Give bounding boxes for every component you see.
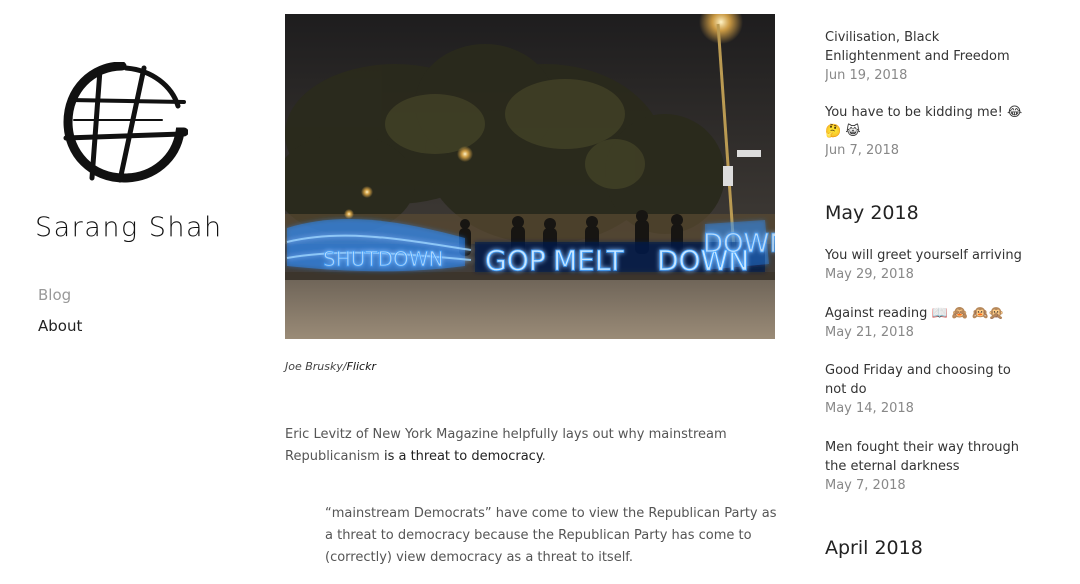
month-heading[interactable]: May 2018 — [825, 202, 919, 224]
archive-post[interactable]: Civilisation, Black Enlightenment and Fr… — [825, 28, 1025, 85]
archive-post[interactable]: Men fought their way through the eternal… — [825, 438, 1025, 495]
sign-word-shutdown: SHUTDOWN — [323, 247, 443, 271]
post-title[interactable]: Men fought their way through the eternal… — [825, 438, 1025, 476]
archive-post[interactable]: Good Friday and choosing to not do May 1… — [825, 361, 1025, 418]
brush-circle-logo-icon — [63, 61, 189, 183]
page: Sarang Shah Blog About SHUTDOWN GOP MELT… — [0, 0, 1080, 584]
post-date: May 14, 2018 — [825, 401, 914, 416]
site-logo[interactable] — [62, 61, 189, 184]
archive-post[interactable]: You have to be kidding me! 😂 🤔 😹 Jun 7, … — [825, 103, 1025, 160]
sign-word-down-repeat: DOWN — [703, 229, 775, 259]
paragraph-end: . — [541, 449, 546, 464]
post-date: Jun 7, 2018 — [825, 143, 900, 158]
site-title[interactable]: Sarang Shah — [35, 212, 223, 243]
sign-word-gop: GOP — [485, 244, 546, 277]
post-title[interactable]: You have to be kidding me! 😂 🤔 😹 — [825, 103, 1025, 141]
month-heading[interactable]: April 2018 — [825, 537, 923, 559]
article-paragraph: Eric Levitz of New York Magazine helpful… — [285, 424, 765, 468]
nav-item-blog[interactable]: Blog — [38, 286, 82, 305]
post-date: May 21, 2018 — [825, 325, 914, 340]
paragraph-link[interactable]: is a threat to democracy — [384, 449, 542, 464]
post-title[interactable]: Civilisation, Black Enlightenment and Fr… — [825, 28, 1025, 66]
archive-sidebar: Civilisation, Black Enlightenment and Fr… — [825, 0, 1080, 584]
article-hero-image: SHUTDOWN GOP MELT DOWN DOWN — [285, 14, 775, 339]
main-nav: Blog About — [38, 286, 82, 348]
month-heading-cut — [825, 0, 831, 8]
caption-author: Joe Brusky/ — [285, 360, 347, 373]
archive-post[interactable]: You will greet yourself arriving May 29,… — [825, 246, 1025, 284]
nav-item-about[interactable]: About — [38, 317, 82, 336]
sign-word-melt: MELT — [553, 244, 625, 277]
post-title[interactable]: You will greet yourself arriving — [825, 246, 1025, 265]
post-title[interactable]: Against reading 📖 🙈 🙉🙊 — [825, 304, 1025, 323]
caption-source-link[interactable]: Flickr — [347, 360, 376, 373]
post-date: Jun 19, 2018 — [825, 68, 908, 83]
archive-post[interactable]: Against reading 📖 🙈 🙉🙊 May 21, 2018 — [825, 304, 1025, 342]
image-caption: Joe Brusky/Flickr — [285, 360, 376, 373]
post-title[interactable]: Good Friday and choosing to not do — [825, 361, 1025, 399]
post-date: May 7, 2018 — [825, 478, 906, 493]
post-date: May 29, 2018 — [825, 267, 914, 282]
article-blockquote: “mainstream Democrats” have come to view… — [325, 506, 777, 565]
